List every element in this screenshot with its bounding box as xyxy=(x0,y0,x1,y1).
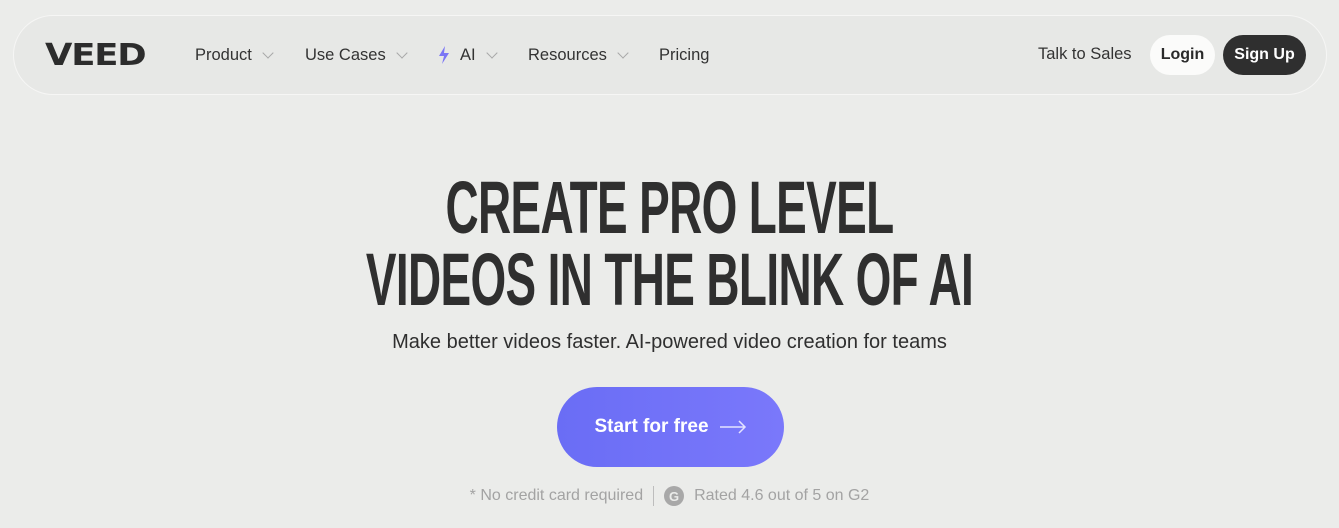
chevron-down-icon xyxy=(485,46,498,59)
arrow-right-icon xyxy=(719,420,746,434)
chevron-down-icon xyxy=(262,46,274,59)
nav-item-pricing[interactable]: Pricing xyxy=(659,45,709,65)
nav-item-label: Use Cases xyxy=(305,46,386,64)
nav-item-use-cases[interactable]: Use Cases xyxy=(305,45,408,65)
divider xyxy=(653,486,655,506)
top-navbar: VEED Product Use Cases AI Resources Pric… xyxy=(13,15,1327,95)
nav-item-resources[interactable]: Resources xyxy=(528,45,629,65)
nav-item-label: Pricing xyxy=(659,46,710,64)
veed-logo[interactable]: VEED xyxy=(45,41,147,71)
lightning-bolt-icon xyxy=(439,46,449,64)
g2-logo-icon: G xyxy=(664,486,685,506)
hero-subtitle: Make better videos faster. AI-powered vi… xyxy=(392,331,947,353)
nav-item-label: AI xyxy=(460,46,476,64)
headline-line-2: VIDEOS IN THE BLINK OF AI xyxy=(365,238,974,321)
login-button[interactable]: Login xyxy=(1150,35,1215,75)
chevron-down-icon xyxy=(617,46,629,59)
g2-rating-text: Rated 4.6 out of 5 on G2 xyxy=(694,487,870,504)
no-credit-card-note: * No credit card required xyxy=(469,487,644,504)
nav-item-label: Product xyxy=(195,46,252,64)
nav-item-label: Resources xyxy=(528,46,607,64)
chevron-down-icon xyxy=(396,46,408,59)
talk-to-sales-link[interactable]: Talk to Sales xyxy=(1038,45,1132,64)
hero-headline: CREATE PRO LEVEL VIDEOS IN THE BLINK OF … xyxy=(0,166,1339,321)
nav-item-ai[interactable]: AI xyxy=(438,45,498,65)
start-for-free-button[interactable]: Start for free xyxy=(557,387,784,467)
hero-footnote: * No credit card required G Rated 4.6 ou… xyxy=(0,486,1339,506)
headline-line-1: CREATE PRO LEVEL xyxy=(445,166,894,249)
signup-button[interactable]: Sign Up xyxy=(1223,35,1306,75)
cta-label: Start for free xyxy=(594,416,709,437)
nav-item-product[interactable]: Product xyxy=(195,45,274,65)
